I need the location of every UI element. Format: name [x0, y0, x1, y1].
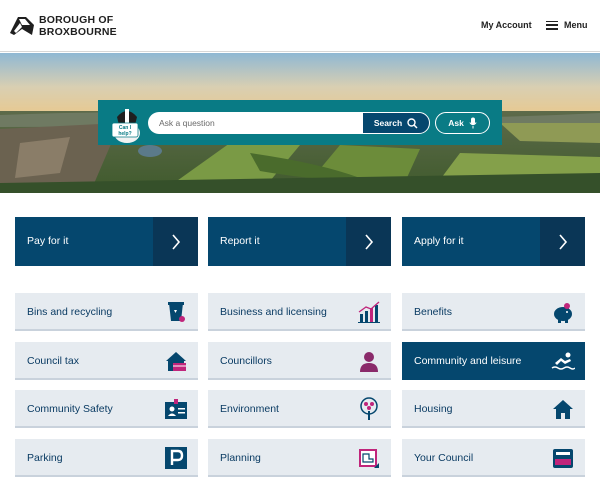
service-council-tax[interactable]: Council tax — [15, 342, 198, 380]
ask-button-label: Ask — [448, 118, 464, 128]
site-logo[interactable]: BOROUGH OF BROXBOURNE — [8, 13, 117, 39]
service-housing[interactable]: Housing — [402, 390, 585, 428]
logo-line-2: BROXBOURNE — [39, 26, 117, 38]
action-label: Pay for it — [27, 235, 69, 247]
service-label: Housing — [414, 403, 453, 415]
microphone-icon — [469, 117, 477, 129]
house-card-icon — [166, 352, 186, 371]
svg-text:help?: help? — [118, 131, 131, 137]
service-label: Council tax — [27, 355, 79, 367]
blueprint-icon — [359, 449, 379, 468]
service-benefits[interactable]: Benefits — [402, 293, 585, 331]
bin-icon — [168, 302, 185, 322]
ask-button[interactable]: Ask — [435, 112, 490, 134]
service-environment[interactable]: Environment — [208, 390, 391, 428]
chevron-right-icon — [540, 217, 585, 266]
service-label: Planning — [220, 452, 261, 464]
action-apply-for-it[interactable]: Apply for it — [402, 217, 585, 266]
service-business-and-licensing[interactable]: Business and licensing — [208, 293, 391, 331]
action-label: Apply for it — [414, 235, 464, 247]
swimmer-icon — [551, 352, 575, 370]
service-your-council[interactable]: Your Council — [402, 439, 585, 477]
chevron-right-icon — [153, 217, 198, 266]
bar-chart-icon — [358, 301, 380, 323]
service-bins-and-recycling[interactable]: Bins and recycling — [15, 293, 198, 331]
service-label: Benefits — [414, 306, 452, 318]
service-label: Councillors — [220, 355, 272, 367]
service-label: Your Council — [414, 452, 474, 464]
service-label: Bins and recycling — [27, 306, 113, 318]
parking-icon — [165, 447, 187, 469]
service-label: Parking — [27, 452, 63, 464]
logo-line-1: BOROUGH OF — [39, 14, 114, 26]
person-icon — [360, 352, 378, 372]
hamburger-icon — [546, 20, 558, 30]
search-button[interactable]: Search — [362, 112, 430, 134]
ballot-box-icon — [553, 449, 573, 468]
service-councillors[interactable]: Councillors — [208, 342, 391, 380]
my-account-link[interactable]: My Account — [481, 20, 532, 30]
menu-label: Menu — [564, 20, 588, 30]
search-icon — [407, 117, 418, 129]
service-community-and-leisure[interactable]: Community and leisure — [402, 342, 585, 380]
tree-icon — [360, 397, 378, 420]
service-parking[interactable]: Parking — [15, 439, 198, 477]
site-header: BOROUGH OF BROXBOURNE My Account Menu — [0, 0, 600, 52]
menu-button[interactable]: Menu — [546, 20, 588, 30]
badger-assistant-icon: Can I help? — [111, 109, 140, 143]
chevron-right-icon — [346, 217, 391, 266]
action-label: Report it — [220, 235, 260, 247]
search-button-label: Search — [373, 118, 403, 128]
service-label: Community and leisure — [414, 355, 522, 367]
service-label: Environment — [220, 403, 279, 415]
action-report-it[interactable]: Report it — [208, 217, 391, 266]
service-label: Business and licensing — [220, 306, 327, 318]
piggy-bank-icon — [554, 303, 572, 323]
id-badge-icon — [165, 399, 187, 419]
service-label: Community Safety — [27, 403, 113, 415]
search-input[interactable] — [148, 112, 362, 134]
house-icon — [553, 400, 573, 419]
service-community-safety[interactable]: Community Safety — [15, 390, 198, 428]
badger-logo-icon — [10, 17, 34, 35]
action-pay-for-it[interactable]: Pay for it — [15, 217, 198, 266]
service-planning[interactable]: Planning — [208, 439, 391, 477]
